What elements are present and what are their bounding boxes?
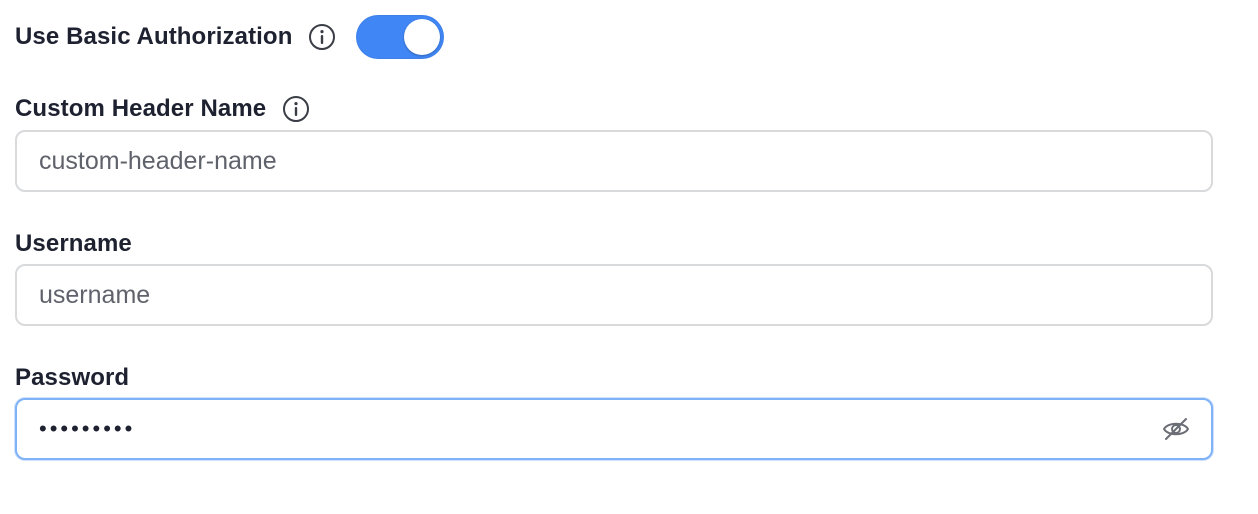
custom-header-label: Custom Header Name	[15, 95, 267, 122]
info-icon[interactable]	[308, 23, 336, 51]
username-input[interactable]	[17, 266, 1211, 324]
password-field[interactable]	[15, 398, 1213, 460]
auth-settings-form: Use Basic Authorization Custom Header Na…	[0, 0, 1258, 514]
password-label: Password	[15, 364, 130, 391]
username-label-row: Username	[15, 229, 132, 259]
username-field[interactable]	[15, 264, 1213, 326]
custom-header-input[interactable]	[17, 132, 1211, 190]
toggle-knob	[404, 19, 441, 55]
eye-off-icon[interactable]	[1161, 414, 1191, 444]
basic-auth-toggle[interactable]	[356, 15, 445, 59]
custom-header-field[interactable]	[15, 130, 1213, 192]
username-label: Username	[15, 230, 132, 257]
password-input[interactable]	[17, 400, 1211, 458]
basic-auth-label: Use Basic Authorization	[15, 23, 293, 50]
info-icon[interactable]	[282, 95, 310, 123]
password-label-row: Password	[15, 363, 129, 393]
basic-auth-row: Use Basic Authorization	[15, 15, 445, 59]
custom-header-label-row: Custom Header Name	[15, 94, 310, 124]
